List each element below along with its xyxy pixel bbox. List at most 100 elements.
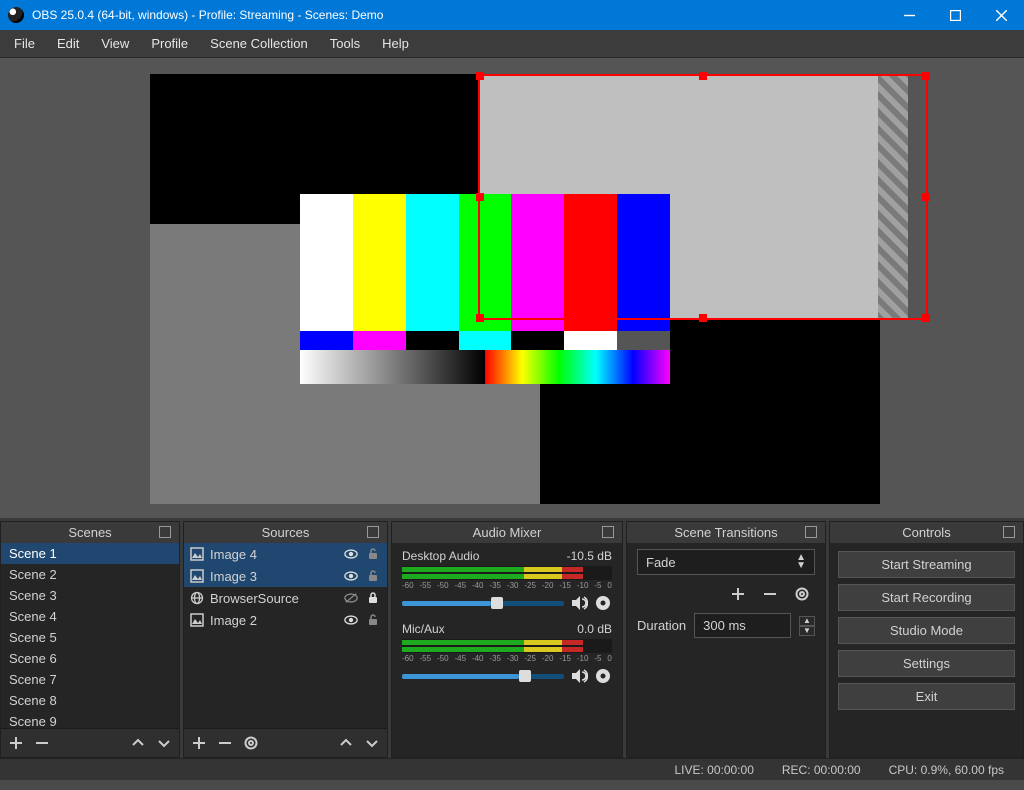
selection-handle-ne[interactable] <box>922 72 930 80</box>
remove-scene-button[interactable] <box>31 732 53 754</box>
lock-toggle[interactable] <box>365 612 381 628</box>
mixer-channel: Desktop Audio-10.5 dB-60-55-50-45-40-35-… <box>402 549 612 612</box>
mixer-popout-icon[interactable] <box>602 526 614 538</box>
controls-panel-title: Controls <box>830 522 1023 543</box>
menu-help[interactable]: Help <box>372 32 419 55</box>
lock-toggle[interactable] <box>365 568 381 584</box>
transition-select[interactable]: Fade ▲▼ <box>637 549 815 575</box>
add-scene-button[interactable] <box>5 732 27 754</box>
scene-item[interactable]: Scene 6 <box>1 648 179 669</box>
status-bar: LIVE: 00:00:00 REC: 00:00:00 CPU: 0.9%, … <box>0 758 1024 780</box>
menu-view[interactable]: View <box>91 32 139 55</box>
mixer-channel: Mic/Aux0.0 dB-60-55-50-45-40-35-30-25-20… <box>402 622 612 685</box>
selection-handle-n[interactable] <box>699 72 707 80</box>
menu-file[interactable]: File <box>4 32 45 55</box>
scene-item[interactable]: Scene 1 <box>1 543 179 564</box>
channel-name: Desktop Audio <box>402 549 479 563</box>
selection-handle-e[interactable] <box>922 193 930 201</box>
source-label: Image 2 <box>210 613 337 628</box>
scene-item[interactable]: Scene 3 <box>1 585 179 606</box>
transition-selected-label: Fade <box>646 555 676 570</box>
minimize-button[interactable] <box>886 0 932 30</box>
scene-item[interactable]: Scene 9 <box>1 711 179 728</box>
source-item[interactable]: BrowserSource <box>184 587 387 609</box>
scene-item[interactable]: Scene 5 <box>1 627 179 648</box>
scene-item[interactable]: Scene 7 <box>1 669 179 690</box>
menu-profile[interactable]: Profile <box>141 32 198 55</box>
source-label: BrowserSource <box>210 591 337 606</box>
start-streaming-button[interactable]: Start Streaming <box>838 551 1015 578</box>
visibility-toggle[interactable] <box>343 568 359 584</box>
duration-value: 300 ms <box>703 618 746 633</box>
source-properties-button[interactable] <box>240 732 262 754</box>
speaker-icon[interactable] <box>570 667 588 685</box>
sources-panel: Sources Image 4Image 3BrowserSourceImage… <box>183 521 388 758</box>
source-item[interactable]: Image 2 <box>184 609 387 631</box>
move-scene-down-button[interactable] <box>153 732 175 754</box>
vu-meter: -60-55-50-45-40-35-30-25-20-15-10-50 <box>402 566 612 580</box>
image-icon <box>190 547 204 561</box>
scene-item[interactable]: Scene 8 <box>1 690 179 711</box>
selection-box[interactable] <box>478 74 928 320</box>
duration-input[interactable]: 300 ms <box>694 613 791 638</box>
visibility-toggle[interactable] <box>343 590 359 606</box>
scene-item[interactable]: Scene 2 <box>1 564 179 585</box>
volume-slider[interactable] <box>402 674 564 679</box>
controls-popout-icon[interactable] <box>1003 526 1015 538</box>
selection-handle-nw[interactable] <box>476 72 484 80</box>
scenes-panel: Scenes Scene 1Scene 2Scene 3Scene 4Scene… <box>0 521 180 758</box>
obs-logo-icon <box>8 7 24 23</box>
visibility-toggle[interactable] <box>343 546 359 562</box>
close-button[interactable] <box>978 0 1024 30</box>
add-source-button[interactable] <box>188 732 210 754</box>
visibility-toggle[interactable] <box>343 612 359 628</box>
gear-icon[interactable] <box>594 594 612 612</box>
source-item[interactable]: Image 4 <box>184 543 387 565</box>
image-icon <box>190 569 204 583</box>
add-transition-button[interactable] <box>727 583 749 605</box>
lock-toggle[interactable] <box>365 546 381 562</box>
maximize-button[interactable] <box>932 0 978 30</box>
studio-mode-button[interactable]: Studio Mode <box>838 617 1015 644</box>
menu-tools[interactable]: Tools <box>320 32 370 55</box>
scenes-popout-icon[interactable] <box>159 526 171 538</box>
remove-transition-button[interactable] <box>759 583 781 605</box>
settings-button[interactable]: Settings <box>838 650 1015 677</box>
sources-list[interactable]: Image 4 Image 3 BrowserSource Image 2 <box>184 543 387 728</box>
audio-mixer-panel: Audio Mixer Desktop Audio-10.5 dB-60-55-… <box>391 521 623 758</box>
selection-handle-sw[interactable] <box>476 314 484 322</box>
sources-panel-title: Sources <box>184 522 387 543</box>
scene-item[interactable]: Scene 4 <box>1 606 179 627</box>
duration-down-button[interactable]: ▼ <box>799 626 815 636</box>
gear-icon[interactable] <box>594 667 612 685</box>
selection-handle-se[interactable] <box>922 314 930 322</box>
channel-name: Mic/Aux <box>402 622 445 636</box>
globe-icon <box>190 591 204 605</box>
selection-handle-w[interactable] <box>476 193 484 201</box>
transitions-popout-icon[interactable] <box>805 526 817 538</box>
scenes-title-label: Scenes <box>68 525 111 540</box>
transitions-panel: Scene Transitions Fade ▲▼ Duration 300 m… <box>626 521 826 758</box>
scenes-list[interactable]: Scene 1Scene 2Scene 3Scene 4Scene 5Scene… <box>1 543 179 728</box>
selection-handle-s[interactable] <box>699 314 707 322</box>
sources-popout-icon[interactable] <box>367 526 379 538</box>
remove-source-button[interactable] <box>214 732 236 754</box>
speaker-icon[interactable] <box>570 594 588 612</box>
menubar: File Edit View Profile Scene Collection … <box>0 30 1024 58</box>
transition-properties-button[interactable] <box>791 583 813 605</box>
move-source-up-button[interactable] <box>335 732 357 754</box>
menu-edit[interactable]: Edit <box>47 32 89 55</box>
image-icon <box>190 613 204 627</box>
move-source-down-button[interactable] <box>361 732 383 754</box>
menu-scene-collection[interactable]: Scene Collection <box>200 32 318 55</box>
duration-up-button[interactable]: ▲ <box>799 616 815 626</box>
scenes-panel-title: Scenes <box>1 522 179 543</box>
move-scene-up-button[interactable] <box>127 732 149 754</box>
lock-toggle[interactable] <box>365 590 381 606</box>
start-recording-button[interactable]: Start Recording <box>838 584 1015 611</box>
source-item[interactable]: Image 3 <box>184 565 387 587</box>
volume-slider[interactable] <box>402 601 564 606</box>
preview-area[interactable] <box>0 58 1024 518</box>
exit-button[interactable]: Exit <box>838 683 1015 710</box>
source-label: Image 4 <box>210 547 337 562</box>
